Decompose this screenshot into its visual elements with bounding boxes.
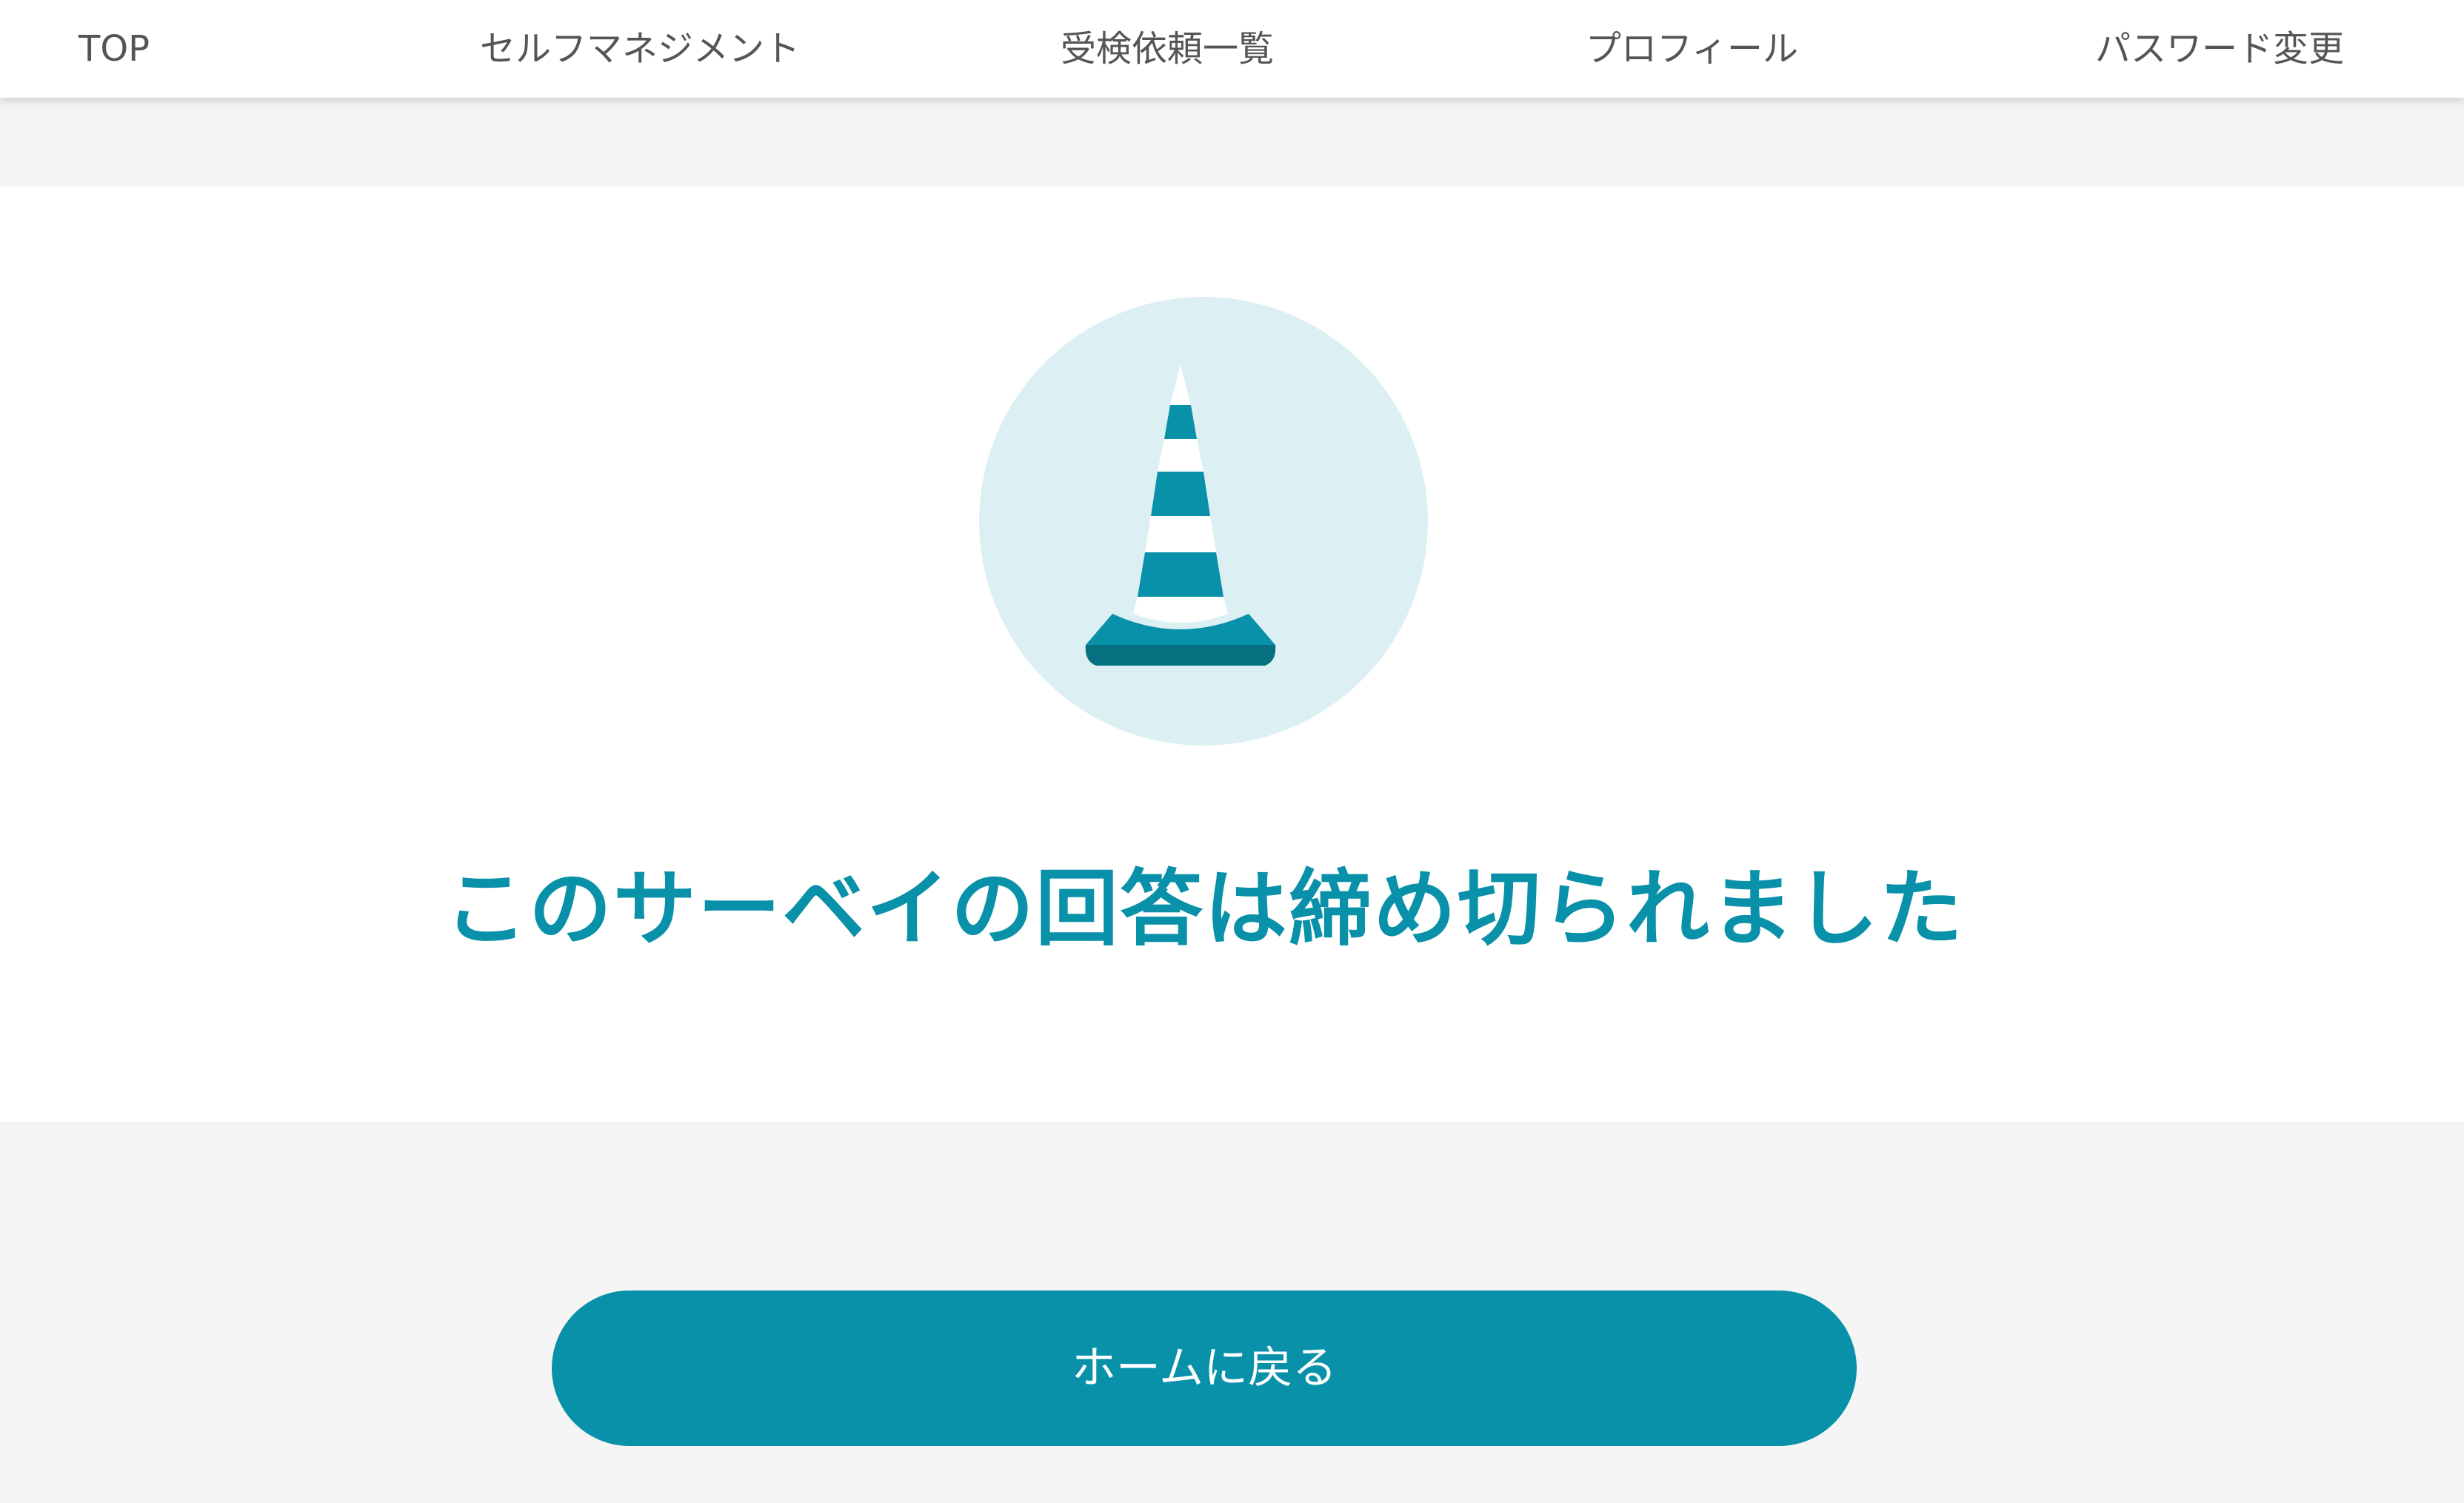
nav-item-exam-requests[interactable]: 受検依頼一覧 xyxy=(1061,0,1274,98)
nav-item-password-change[interactable]: パスワード変更 xyxy=(2095,0,2344,98)
survey-closed-card: このサーベイの回答は締め切られました xyxy=(0,187,2464,1122)
survey-closed-message: このサーベイの回答は締め切られました xyxy=(444,861,1964,957)
nav-item-self-management[interactable]: セルフマネジメント xyxy=(480,0,800,98)
top-navigation: TOP セルフマネジメント 受検依頼一覧 プロフィール パスワード変更 xyxy=(0,0,2464,98)
nav-item-top[interactable]: TOP xyxy=(79,0,150,98)
back-to-home-button[interactable]: ホームに戻る xyxy=(552,1291,1857,1446)
nav-item-profile[interactable]: プロフィール xyxy=(1586,0,1798,98)
traffic-cone-icon xyxy=(979,297,1428,746)
